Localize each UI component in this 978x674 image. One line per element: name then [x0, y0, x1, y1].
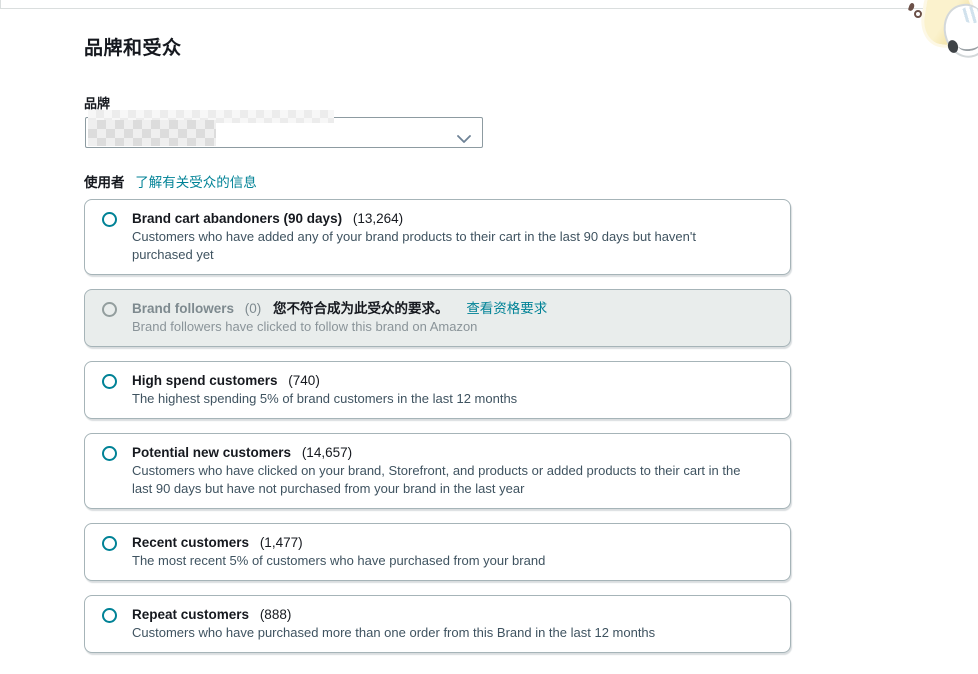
audience-card-content: Repeat customers (888) Customers who hav…	[132, 606, 655, 642]
audience-option-card-1[interactable]: Brand cart abandoners (90 days) (13,264)…	[84, 199, 791, 275]
left-edge-tick	[0, 0, 1, 9]
audience-section-header: 使用者 了解有关受众的信息	[84, 175, 257, 191]
sticker-chin-line	[957, 36, 978, 53]
audience-description: Customers who have clicked on your brand…	[132, 463, 741, 496]
ineligibility-notice: 您不符合成为此受众的要求。	[273, 301, 449, 316]
audience-title-line: Brand cart abandoners (90 days) (13,264)	[132, 210, 760, 228]
audience-card-content: Recent customers (1,477) The most recent…	[132, 534, 545, 570]
audience-description: The most recent 5% of customers who have…	[132, 553, 546, 568]
audience-title-line: Brand followers (0) 您不符合成为此受众的要求。 查看资格要求	[132, 300, 547, 318]
sticker-decoration	[890, 0, 978, 70]
audience-count: (888)	[259, 607, 292, 622]
audience-name: Brand followers	[132, 301, 235, 316]
audience-option-card-5[interactable]: Recent customers (1,477) The most recent…	[84, 523, 791, 581]
audience-option-card-3[interactable]: High spend customers (740) The highest s…	[84, 361, 791, 419]
learn-about-audiences-link[interactable]: 了解有关受众的信息	[135, 175, 257, 190]
audience-count: (740)	[288, 373, 320, 388]
audience-title-line: Potential new customers (14,657)	[132, 444, 760, 462]
audience-name: Repeat customers	[132, 607, 250, 622]
sticker-animal-head	[938, 0, 978, 62]
radio-button[interactable]	[102, 446, 117, 461]
audience-card-content: High spend customers (740) The highest s…	[132, 372, 517, 408]
audience-option-card-2: Brand followers (0) 您不符合成为此受众的要求。 查看资格要求…	[84, 289, 791, 347]
audience-description: Customers who have purchased more than o…	[132, 625, 656, 640]
audience-option-card-4[interactable]: Potential new customers (14,657) Custome…	[84, 433, 791, 509]
audience-count: (13,264)	[352, 211, 404, 226]
audience-count: (1,477)	[259, 535, 303, 550]
audience-name: Potential new customers	[132, 445, 292, 460]
audience-card-content: Potential new customers (14,657) Custome…	[132, 444, 760, 498]
audience-title-line: High spend customers (740)	[132, 372, 517, 390]
audience-card-content: Brand followers (0) 您不符合成为此受众的要求。 查看资格要求…	[132, 300, 547, 336]
radio-button[interactable]	[102, 212, 117, 227]
audience-title-line: Repeat customers (888)	[132, 606, 655, 624]
audience-name: Recent customers	[132, 535, 250, 550]
audience-description: The highest spending 5% of brand custome…	[132, 391, 518, 406]
radio-button[interactable]	[102, 374, 117, 389]
audience-card-content: Brand cart abandoners (90 days) (13,264)…	[132, 210, 760, 264]
audience-option-card-6[interactable]: Repeat customers (888) Customers who hav…	[84, 595, 791, 653]
top-divider	[0, 8, 978, 9]
sticker-nose	[946, 38, 960, 55]
page-title: 品牌和受众	[84, 38, 182, 59]
sticker-ring-mark	[914, 10, 922, 18]
radio-button	[102, 302, 117, 317]
chevron-down-icon	[457, 130, 471, 148]
audience-description: Customers who have added any of your bra…	[132, 229, 696, 262]
audience-card-list: Brand cart abandoners (90 days) (13,264)…	[84, 199, 791, 667]
audience-name: Brand cart abandoners (90 days)	[132, 211, 343, 226]
audience-title-line: Recent customers (1,477)	[132, 534, 545, 552]
audience-count: (0)	[244, 301, 262, 316]
view-eligibility-requirements-link[interactable]: 查看资格要求	[466, 301, 547, 316]
audience-label: 使用者	[84, 175, 125, 190]
audience-description: Brand followers have clicked to follow t…	[132, 319, 478, 334]
audience-name: High spend customers	[132, 373, 278, 388]
brand-name-redaction-blur	[88, 120, 216, 146]
radio-button[interactable]	[102, 536, 117, 551]
audience-count: (14,657)	[301, 445, 353, 460]
sticker-comma-mark	[907, 2, 916, 12]
radio-button[interactable]	[102, 608, 117, 623]
